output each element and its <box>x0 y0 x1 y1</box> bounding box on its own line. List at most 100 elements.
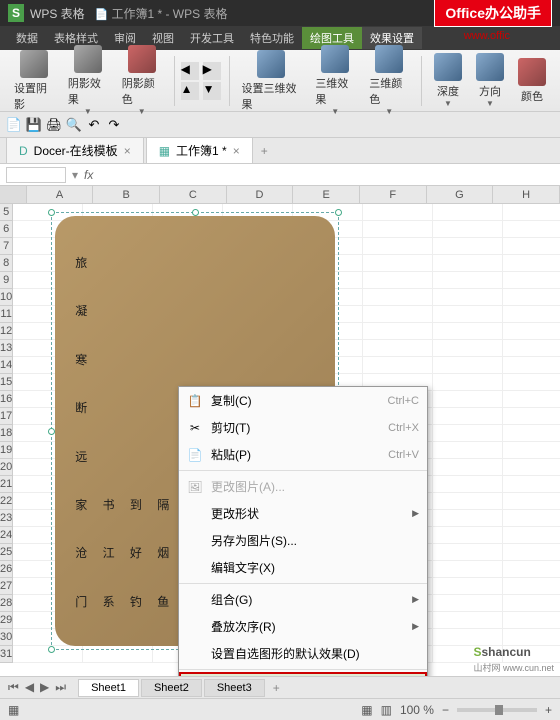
ribbon-3d-fx[interactable]: 三维效果▼ <box>309 43 361 118</box>
row-header[interactable]: 5 <box>0 204 12 221</box>
sheet-add-icon[interactable]: + <box>267 681 286 695</box>
redo-icon[interactable]: ↷ <box>106 117 122 133</box>
document-tabs: DDocer-在线模板× ▦工作簿1 *× + <box>0 138 560 164</box>
row-header[interactable]: 31 <box>0 646 12 663</box>
shadow-nudge-grid[interactable]: ◀▶ ▲▼ <box>181 62 223 100</box>
app-logo: S <box>8 4 24 22</box>
row-header[interactable]: 6 <box>0 221 12 238</box>
col-header[interactable]: E <box>293 186 360 203</box>
row-header[interactable]: 7 <box>0 238 12 255</box>
sheet-first-icon[interactable]: ⏮ <box>6 680 21 695</box>
ctx-separator <box>179 583 427 584</box>
ctx-format-object[interactable]: 🎨设置对象格式(O)... <box>179 672 427 676</box>
ribbon-separator <box>174 56 175 106</box>
row-header[interactable]: 17 <box>0 408 12 425</box>
tab-docer[interactable]: DDocer-在线模板× <box>6 137 144 164</box>
row-header[interactable]: 28 <box>0 595 12 612</box>
ribbon-shadow-color[interactable]: 阴影颜色▼ <box>116 43 168 118</box>
ribbon-set-shadow[interactable]: 设置阴影 <box>8 48 60 114</box>
column-headers: A B C D E F G H <box>0 186 560 204</box>
menu-dev-tools[interactable]: 开发工具 <box>182 27 242 49</box>
row-header[interactable]: 24 <box>0 527 12 544</box>
row-header[interactable]: 13 <box>0 340 12 357</box>
col-header[interactable]: A <box>27 186 94 203</box>
row-header[interactable]: 10 <box>0 289 12 306</box>
ctx-change-shape[interactable]: 更改形状▶ <box>179 500 427 527</box>
ctx-cut[interactable]: ✂剪切(T)Ctrl+X <box>179 414 427 441</box>
col-header[interactable]: D <box>227 186 294 203</box>
zoom-in-icon[interactable]: + <box>545 703 552 717</box>
watermark: Sshancun 山村网 www.cun.net <box>473 640 554 674</box>
row-header[interactable]: 29 <box>0 612 12 629</box>
zoom-out-icon[interactable]: − <box>442 703 449 717</box>
row-header[interactable]: 11 <box>0 306 12 323</box>
ctx-edit-text[interactable]: 编辑文字(X) <box>179 554 427 581</box>
menu-features[interactable]: 特色功能 <box>242 27 302 49</box>
row-header[interactable]: 22 <box>0 493 12 510</box>
menu-data[interactable]: 数据 <box>8 27 46 49</box>
ctx-save-as-picture[interactable]: 另存为图片(S)... <box>179 527 427 554</box>
row-header[interactable]: 9 <box>0 272 12 289</box>
view-normal-icon[interactable]: ▦ <box>361 703 372 717</box>
row-header[interactable]: 8 <box>0 255 12 272</box>
row-header[interactable]: 18 <box>0 425 12 442</box>
app-name: WPS 表格 <box>30 5 85 22</box>
row-header[interactable]: 12 <box>0 323 12 340</box>
row-header[interactable]: 21 <box>0 476 12 493</box>
save-icon[interactable]: 💾 <box>26 117 42 133</box>
col-header[interactable]: F <box>360 186 427 203</box>
row-header[interactable]: 15 <box>0 374 12 391</box>
ribbon-surface[interactable]: 颜色 <box>512 56 552 106</box>
ribbon: 设置阴影 阴影效果▼ 阴影颜色▼ ◀▶ ▲▼ 设置三维效果 三维效果▼ 三维颜色… <box>0 50 560 112</box>
col-header[interactable]: G <box>427 186 494 203</box>
name-box[interactable] <box>6 167 66 183</box>
dropdown-icon[interactable]: ▾ <box>72 168 78 182</box>
add-tab-button[interactable]: + <box>255 142 274 160</box>
ribbon-shadow-fx[interactable]: 阴影效果▼ <box>62 43 114 118</box>
url-overlay: www.offic <box>464 30 510 42</box>
close-icon[interactable]: × <box>124 144 131 158</box>
ribbon-3d-color[interactable]: 三维颜色▼ <box>363 43 415 118</box>
chevron-right-icon: ▶ <box>412 508 419 519</box>
select-all-corner[interactable] <box>0 186 27 203</box>
ribbon-separator <box>421 56 422 106</box>
sheet-tab-2[interactable]: Sheet2 <box>141 679 202 697</box>
row-header[interactable]: 19 <box>0 442 12 459</box>
row-header[interactable]: 25 <box>0 544 12 561</box>
col-header[interactable]: H <box>493 186 560 203</box>
sheet-last-icon[interactable]: ⏭ <box>53 680 68 695</box>
row-header[interactable]: 23 <box>0 510 12 527</box>
sheet-prev-icon[interactable]: ◀ <box>23 680 36 695</box>
tab-workbook1[interactable]: ▦工作簿1 *× <box>146 137 253 164</box>
row-header[interactable]: 16 <box>0 391 12 408</box>
close-icon[interactable]: × <box>233 144 240 158</box>
preview-icon[interactable]: 🔍 <box>66 117 82 133</box>
row-header[interactable]: 27 <box>0 578 12 595</box>
col-header[interactable]: B <box>93 186 160 203</box>
row-header[interactable]: 30 <box>0 629 12 646</box>
row-header[interactable]: 20 <box>0 459 12 476</box>
fx-label[interactable]: fx <box>84 168 93 182</box>
row-header[interactable]: 14 <box>0 357 12 374</box>
new-icon[interactable]: 📄 <box>6 117 22 133</box>
zoom-slider[interactable] <box>457 708 537 712</box>
ctx-default-effect[interactable]: 设置自选图形的默认效果(D) <box>179 640 427 667</box>
ribbon-direction[interactable]: 方向▼ <box>470 51 510 110</box>
undo-icon[interactable]: ↶ <box>86 117 102 133</box>
ribbon-set-3d[interactable]: 设置三维效果 <box>235 48 307 114</box>
sheet-next-icon[interactable]: ▶ <box>38 680 51 695</box>
col-header[interactable]: C <box>160 186 227 203</box>
ctx-order[interactable]: 叠放次序(R)▶ <box>179 613 427 640</box>
sheet-tab-1[interactable]: Sheet1 <box>78 679 139 697</box>
zoom-level[interactable]: 100 % <box>400 703 434 717</box>
ctx-group[interactable]: 组合(G)▶ <box>179 586 427 613</box>
row-header[interactable]: 26 <box>0 561 12 578</box>
view-page-icon[interactable]: ▥ <box>381 703 392 717</box>
print-icon[interactable]: 🖨 <box>46 117 62 133</box>
ctx-copy[interactable]: 📋复制(C)Ctrl+C <box>179 387 427 414</box>
ribbon-depth[interactable]: 深度▼ <box>428 51 468 110</box>
title-bar: S WPS 表格 📄 工作簿1 * - WPS 表格 Office办公助手 <box>0 0 560 26</box>
sheet-tab-3[interactable]: Sheet3 <box>204 679 265 697</box>
ctx-paste[interactable]: 📄粘贴(P)Ctrl+V <box>179 441 427 468</box>
status-bar: ▦ ▦ ▥ 100 % − + <box>0 698 560 720</box>
